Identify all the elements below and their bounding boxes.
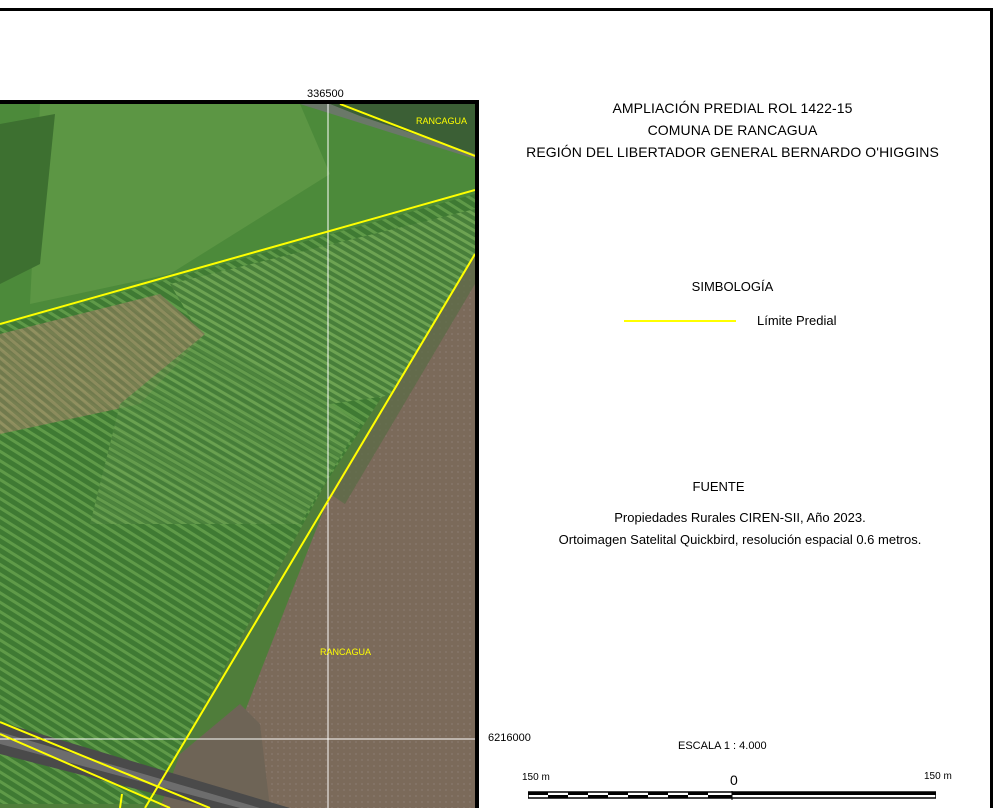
legend-boundary-line-symbol [624, 320, 736, 322]
scale-ratio-label: ESCALA 1 : 4.000 [678, 740, 767, 752]
scale-right-label: 150 m [924, 771, 952, 782]
northing-coordinate-label: 6216000 [488, 732, 531, 744]
legend-boundary-label: Límite Predial [757, 313, 837, 328]
scale-bar [527, 787, 937, 800]
source-heading: FUENTE [692, 479, 745, 494]
scale-left-label: 150 m [522, 772, 550, 783]
source-line-2: Ortoimagen Satelital Quickbird, resoluci… [558, 532, 922, 547]
title-line-2: COMUNA DE RANCAGUA [647, 122, 818, 138]
place-label-rancagua-top: RANCAGUA [416, 116, 467, 126]
legend-heading: SIMBOLOGÍA [691, 279, 774, 294]
easting-coordinate-label: 336500 [307, 88, 344, 100]
place-label-rancagua-center: RANCAGUA [320, 647, 371, 657]
map-imagery: RANCAGUA RANCAGUA [0, 104, 475, 808]
source-line-1: Propiedades Rurales CIREN-SII, Año 2023. [614, 510, 866, 525]
satellite-map[interactable]: RANCAGUA RANCAGUA [0, 100, 479, 808]
map-title-block: AMPLIACIÓN PREDIAL ROL 1422-15 COMUNA DE… [500, 97, 965, 163]
title-line-3: REGIÓN DEL LIBERTADOR GENERAL BERNARDO O… [526, 144, 939, 160]
title-line-1: AMPLIACIÓN PREDIAL ROL 1422-15 [612, 100, 853, 116]
scale-center-label: 0 [730, 772, 738, 788]
